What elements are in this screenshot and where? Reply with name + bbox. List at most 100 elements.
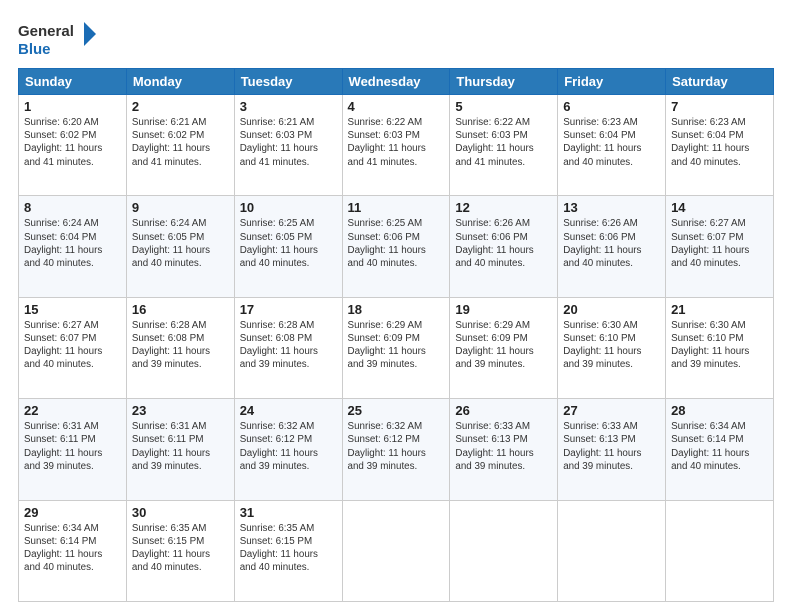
day-detail: Sunrise: 6:25 AMSunset: 6:05 PMDaylight:…	[240, 217, 337, 270]
day-detail: Sunrise: 6:32 AMSunset: 6:12 PMDaylight:…	[240, 420, 337, 473]
day-detail: Sunrise: 6:22 AMSunset: 6:03 PMDaylight:…	[455, 116, 552, 169]
day-detail: Sunrise: 6:20 AMSunset: 6:02 PMDaylight:…	[24, 116, 121, 169]
day-number: 26	[455, 403, 552, 418]
table-row	[342, 500, 450, 601]
table-row: 19 Sunrise: 6:29 AMSunset: 6:09 PMDaylig…	[450, 297, 558, 398]
day-detail: Sunrise: 6:32 AMSunset: 6:12 PMDaylight:…	[348, 420, 445, 473]
table-row: 6 Sunrise: 6:23 AMSunset: 6:04 PMDayligh…	[558, 95, 666, 196]
day-detail: Sunrise: 6:33 AMSunset: 6:13 PMDaylight:…	[563, 420, 660, 473]
table-row: 25 Sunrise: 6:32 AMSunset: 6:12 PMDaylig…	[342, 399, 450, 500]
table-row: 29 Sunrise: 6:34 AMSunset: 6:14 PMDaylig…	[19, 500, 127, 601]
day-detail: Sunrise: 6:33 AMSunset: 6:13 PMDaylight:…	[455, 420, 552, 473]
table-row: 5 Sunrise: 6:22 AMSunset: 6:03 PMDayligh…	[450, 95, 558, 196]
day-number: 28	[671, 403, 768, 418]
calendar-week-row: 8 Sunrise: 6:24 AMSunset: 6:04 PMDayligh…	[19, 196, 774, 297]
table-row: 7 Sunrise: 6:23 AMSunset: 6:04 PMDayligh…	[666, 95, 774, 196]
day-number: 16	[132, 302, 229, 317]
day-detail: Sunrise: 6:24 AMSunset: 6:05 PMDaylight:…	[132, 217, 229, 270]
day-detail: Sunrise: 6:31 AMSunset: 6:11 PMDaylight:…	[24, 420, 121, 473]
day-detail: Sunrise: 6:23 AMSunset: 6:04 PMDaylight:…	[671, 116, 768, 169]
table-row: 12 Sunrise: 6:26 AMSunset: 6:06 PMDaylig…	[450, 196, 558, 297]
day-number: 13	[563, 200, 660, 215]
day-number: 19	[455, 302, 552, 317]
day-detail: Sunrise: 6:35 AMSunset: 6:15 PMDaylight:…	[240, 522, 337, 575]
day-number: 12	[455, 200, 552, 215]
day-number: 30	[132, 505, 229, 520]
day-number: 23	[132, 403, 229, 418]
day-detail: Sunrise: 6:24 AMSunset: 6:04 PMDaylight:…	[24, 217, 121, 270]
day-number: 6	[563, 99, 660, 114]
table-row: 13 Sunrise: 6:26 AMSunset: 6:06 PMDaylig…	[558, 196, 666, 297]
day-detail: Sunrise: 6:26 AMSunset: 6:06 PMDaylight:…	[455, 217, 552, 270]
day-number: 8	[24, 200, 121, 215]
table-row: 24 Sunrise: 6:32 AMSunset: 6:12 PMDaylig…	[234, 399, 342, 500]
top-section: General Blue	[18, 18, 774, 60]
table-row: 10 Sunrise: 6:25 AMSunset: 6:05 PMDaylig…	[234, 196, 342, 297]
day-number: 24	[240, 403, 337, 418]
calendar-week-row: 1 Sunrise: 6:20 AMSunset: 6:02 PMDayligh…	[19, 95, 774, 196]
day-number: 15	[24, 302, 121, 317]
logo-svg: General Blue	[18, 18, 98, 60]
col-monday: Monday	[126, 69, 234, 95]
table-row: 8 Sunrise: 6:24 AMSunset: 6:04 PMDayligh…	[19, 196, 127, 297]
day-detail: Sunrise: 6:30 AMSunset: 6:10 PMDaylight:…	[671, 319, 768, 372]
col-sunday: Sunday	[19, 69, 127, 95]
day-number: 5	[455, 99, 552, 114]
day-number: 7	[671, 99, 768, 114]
table-row: 17 Sunrise: 6:28 AMSunset: 6:08 PMDaylig…	[234, 297, 342, 398]
table-row: 1 Sunrise: 6:20 AMSunset: 6:02 PMDayligh…	[19, 95, 127, 196]
day-number: 1	[24, 99, 121, 114]
table-row: 9 Sunrise: 6:24 AMSunset: 6:05 PMDayligh…	[126, 196, 234, 297]
col-tuesday: Tuesday	[234, 69, 342, 95]
day-number: 27	[563, 403, 660, 418]
calendar-week-row: 15 Sunrise: 6:27 AMSunset: 6:07 PMDaylig…	[19, 297, 774, 398]
day-number: 29	[24, 505, 121, 520]
day-detail: Sunrise: 6:21 AMSunset: 6:02 PMDaylight:…	[132, 116, 229, 169]
table-row: 22 Sunrise: 6:31 AMSunset: 6:11 PMDaylig…	[19, 399, 127, 500]
day-detail: Sunrise: 6:23 AMSunset: 6:04 PMDaylight:…	[563, 116, 660, 169]
day-detail: Sunrise: 6:22 AMSunset: 6:03 PMDaylight:…	[348, 116, 445, 169]
day-detail: Sunrise: 6:30 AMSunset: 6:10 PMDaylight:…	[563, 319, 660, 372]
day-detail: Sunrise: 6:31 AMSunset: 6:11 PMDaylight:…	[132, 420, 229, 473]
svg-text:General: General	[18, 23, 74, 40]
day-number: 25	[348, 403, 445, 418]
calendar-table: Sunday Monday Tuesday Wednesday Thursday…	[18, 68, 774, 602]
table-row: 30 Sunrise: 6:35 AMSunset: 6:15 PMDaylig…	[126, 500, 234, 601]
day-detail: Sunrise: 6:28 AMSunset: 6:08 PMDaylight:…	[132, 319, 229, 372]
table-row: 3 Sunrise: 6:21 AMSunset: 6:03 PMDayligh…	[234, 95, 342, 196]
day-number: 14	[671, 200, 768, 215]
table-row: 31 Sunrise: 6:35 AMSunset: 6:15 PMDaylig…	[234, 500, 342, 601]
svg-text:Blue: Blue	[18, 41, 51, 58]
calendar-week-row: 29 Sunrise: 6:34 AMSunset: 6:14 PMDaylig…	[19, 500, 774, 601]
table-row: 15 Sunrise: 6:27 AMSunset: 6:07 PMDaylig…	[19, 297, 127, 398]
calendar-header-row: Sunday Monday Tuesday Wednesday Thursday…	[19, 69, 774, 95]
col-wednesday: Wednesday	[342, 69, 450, 95]
day-number: 21	[671, 302, 768, 317]
table-row: 18 Sunrise: 6:29 AMSunset: 6:09 PMDaylig…	[342, 297, 450, 398]
calendar-week-row: 22 Sunrise: 6:31 AMSunset: 6:11 PMDaylig…	[19, 399, 774, 500]
day-number: 22	[24, 403, 121, 418]
table-row: 27 Sunrise: 6:33 AMSunset: 6:13 PMDaylig…	[558, 399, 666, 500]
logo: General Blue	[18, 18, 98, 60]
table-row: 2 Sunrise: 6:21 AMSunset: 6:02 PMDayligh…	[126, 95, 234, 196]
day-number: 4	[348, 99, 445, 114]
table-row: 14 Sunrise: 6:27 AMSunset: 6:07 PMDaylig…	[666, 196, 774, 297]
table-row: 11 Sunrise: 6:25 AMSunset: 6:06 PMDaylig…	[342, 196, 450, 297]
day-detail: Sunrise: 6:28 AMSunset: 6:08 PMDaylight:…	[240, 319, 337, 372]
page: General Blue Sunday Monday Tuesday Wedne…	[0, 0, 792, 612]
day-detail: Sunrise: 6:34 AMSunset: 6:14 PMDaylight:…	[671, 420, 768, 473]
table-row	[558, 500, 666, 601]
table-row: 28 Sunrise: 6:34 AMSunset: 6:14 PMDaylig…	[666, 399, 774, 500]
table-row	[666, 500, 774, 601]
day-number: 31	[240, 505, 337, 520]
day-number: 11	[348, 200, 445, 215]
day-number: 2	[132, 99, 229, 114]
col-thursday: Thursday	[450, 69, 558, 95]
table-row: 26 Sunrise: 6:33 AMSunset: 6:13 PMDaylig…	[450, 399, 558, 500]
day-number: 3	[240, 99, 337, 114]
col-friday: Friday	[558, 69, 666, 95]
day-detail: Sunrise: 6:29 AMSunset: 6:09 PMDaylight:…	[348, 319, 445, 372]
day-number: 17	[240, 302, 337, 317]
table-row: 4 Sunrise: 6:22 AMSunset: 6:03 PMDayligh…	[342, 95, 450, 196]
day-number: 20	[563, 302, 660, 317]
